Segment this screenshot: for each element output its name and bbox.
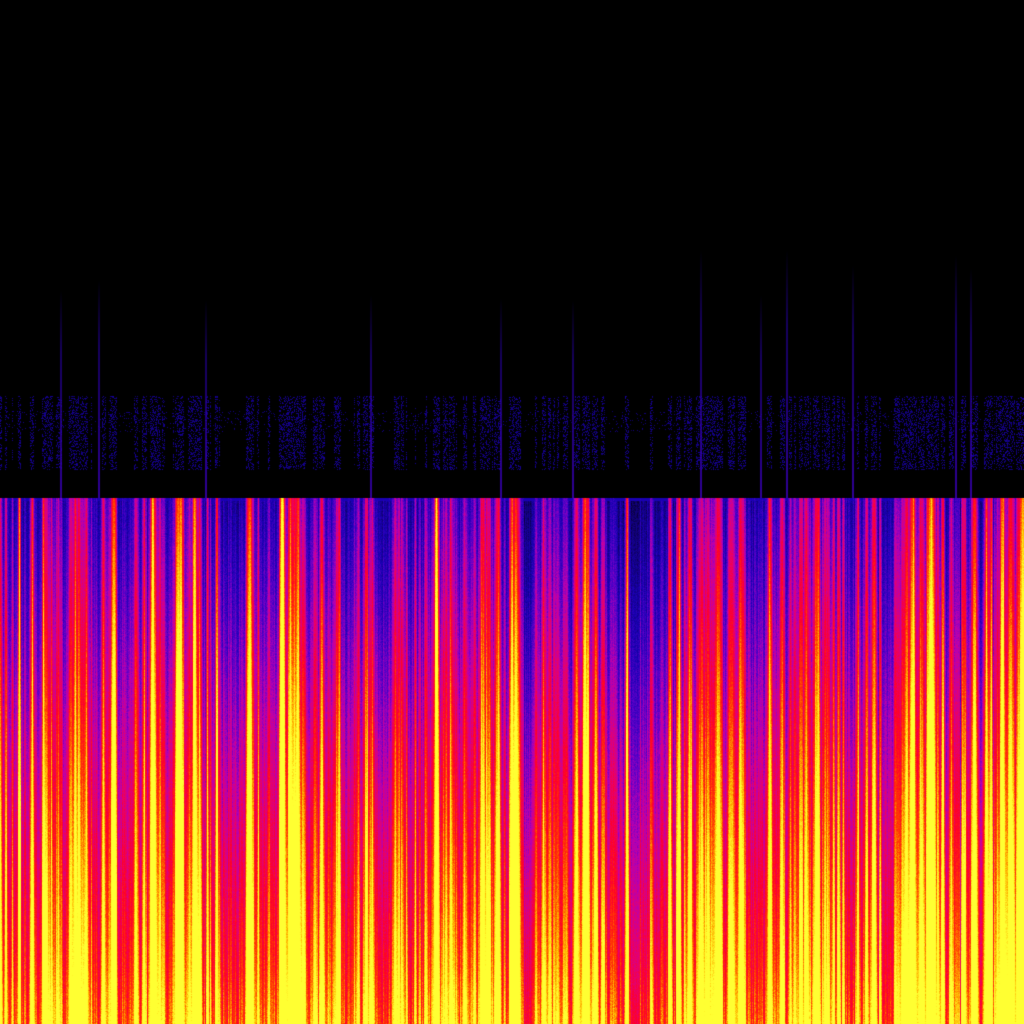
spectrogram-canvas: [0, 0, 1024, 1024]
spectrogram-image: [0, 0, 1024, 1024]
